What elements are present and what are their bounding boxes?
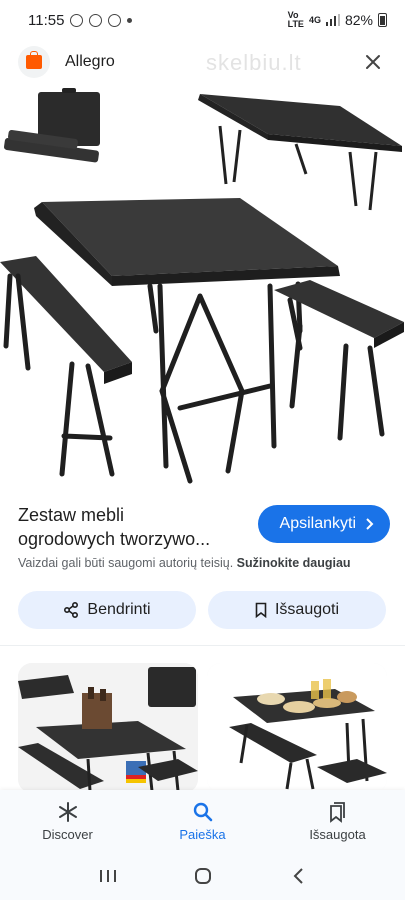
right-bench-image <box>274 280 404 441</box>
shopping-bag-icon <box>26 51 42 69</box>
battery-icon <box>378 13 387 27</box>
recent-apps-icon <box>99 870 116 882</box>
save-button[interactable]: Išsaugoti <box>208 591 386 629</box>
search-icon <box>193 802 212 821</box>
visit-button-label: Apsilankyti <box>279 515 356 532</box>
nav-search-label: Paieška <box>179 826 226 842</box>
action-buttons: Bendrinti Išsaugoti <box>18 591 386 629</box>
nav-saved[interactable]: Išsaugota <box>270 790 405 852</box>
asterisk-icon <box>58 801 77 822</box>
nav-discover-label: Discover <box>42 826 93 842</box>
source-header: Allegro skelbiu.lt <box>0 40 405 84</box>
folded-case-image <box>4 88 100 163</box>
close-icon <box>366 55 380 69</box>
saved-icon <box>329 801 345 823</box>
save-label: Išsaugoti <box>274 601 340 618</box>
nav-search[interactable]: Paieška <box>135 790 270 852</box>
accessibility-icon <box>89 13 103 27</box>
product-title-line-2: ogrodowych tworzywo... <box>18 529 211 549</box>
share-label: Bendrinti <box>87 601 151 618</box>
back-button[interactable] <box>283 861 313 891</box>
network-type: 4G <box>308 14 321 25</box>
more-notifications-icon <box>127 17 133 23</box>
site-logo <box>18 46 50 78</box>
product-image[interactable] <box>0 86 405 496</box>
table-set-thumbnail <box>18 663 198 793</box>
signal-icon <box>325 14 340 26</box>
status-bar: 11:55 Vo LTE 4G 82% <box>0 0 405 40</box>
copyright-text: Vaizdai gali būti saugomi autorių teisių… <box>18 556 234 570</box>
watermark: skelbiu.lt <box>206 50 302 75</box>
product-title[interactable]: Zestaw mebli ogrodowych tworzywo... <box>18 503 246 551</box>
share-button[interactable]: Bendrinti <box>18 591 196 629</box>
share-icon <box>64 602 79 618</box>
clock: 11:55 <box>28 11 65 29</box>
related-image-1[interactable] <box>18 663 198 793</box>
left-bench-image <box>0 256 132 477</box>
learn-more-link[interactable]: Sužinokite daugiau <box>237 556 351 570</box>
result-title-row: Zestaw mebli ogrodowych tworzywo... Apsi… <box>18 503 390 551</box>
volte-icon: Vo LTE <box>287 10 304 29</box>
close-button[interactable] <box>359 48 387 76</box>
messenger-icon <box>108 13 122 27</box>
nav-saved-label: Išsaugota <box>309 826 366 842</box>
nav-discover[interactable]: Discover <box>0 790 135 852</box>
bookmark-icon <box>255 602 267 618</box>
site-name: Allegro <box>65 53 115 70</box>
back-icon <box>293 868 303 884</box>
copyright-notice: Vaizdai gali būti saugomi autorių teisių… <box>18 556 351 570</box>
home-icon <box>194 868 211 884</box>
visit-button[interactable]: Apsilankyti <box>257 505 390 543</box>
system-navigation <box>0 852 405 900</box>
notification-icon <box>70 13 84 27</box>
battery-level: 82% <box>344 12 373 28</box>
table-set-illustration <box>0 88 404 484</box>
bottom-navigation: Discover Paieška Išsaugota <box>0 790 405 852</box>
chevron-right-icon <box>366 518 374 530</box>
section-divider <box>0 645 405 646</box>
picnic-table-thumbnail <box>207 663 387 793</box>
product-title-line-1: Zestaw mebli <box>18 505 125 525</box>
small-table-image <box>198 94 402 211</box>
recent-apps-button[interactable] <box>93 861 123 891</box>
home-button[interactable] <box>188 861 218 891</box>
related-image-2[interactable] <box>207 663 387 793</box>
